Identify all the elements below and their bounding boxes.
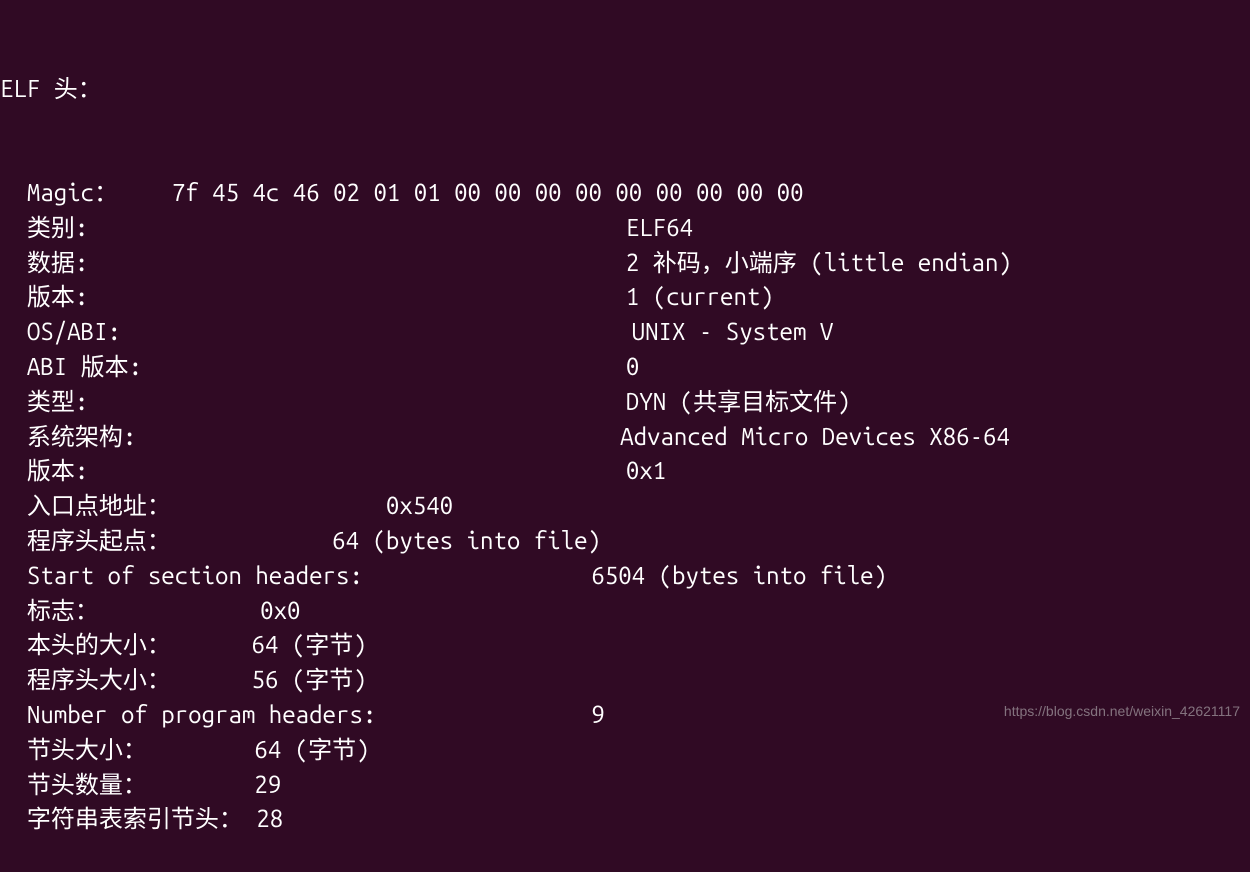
elf-header-row: Start of section headers: 6504 (bytes in…: [0, 559, 1250, 594]
elf-header-row: 字符串表索引节头： 28: [0, 802, 1250, 837]
elf-header-row: 系统架构: Advanced Micro Devices X86-64: [0, 420, 1250, 455]
terminal-output: ELF 头： Magic： 7f 45 4c 46 02 01 01 00 00…: [0, 2, 1250, 872]
elf-header-row: 类别: ELF64: [0, 211, 1250, 246]
elf-header-row: 版本: 1 (current): [0, 280, 1250, 315]
elf-header-row: 入口点地址： 0x540: [0, 489, 1250, 524]
elf-header-row: Magic： 7f 45 4c 46 02 01 01 00 00 00 00 …: [0, 176, 1250, 211]
elf-header-row: ABI 版本: 0: [0, 350, 1250, 385]
elf-header-row: 程序头起点： 64 (bytes into file): [0, 524, 1250, 559]
elf-header-row: 本头的大小： 64 (字节): [0, 628, 1250, 663]
elf-header-row: 标志： 0x0: [0, 594, 1250, 629]
elf-header-title: ELF 头：: [0, 72, 1250, 107]
watermark-text: https://blog.csdn.net/weixin_42621117: [1004, 701, 1240, 721]
elf-header-row: 数据: 2 补码，小端序 (little endian): [0, 246, 1250, 281]
elf-header-row: 版本: 0x1: [0, 454, 1250, 489]
elf-header-row: 程序头大小： 56 (字节): [0, 663, 1250, 698]
elf-header-rows: Magic： 7f 45 4c 46 02 01 01 00 00 00 00 …: [0, 176, 1250, 837]
elf-header-row: 类型: DYN (共享目标文件): [0, 385, 1250, 420]
elf-header-row: OS/ABI: UNIX - System V: [0, 315, 1250, 350]
elf-header-row: 节头大小： 64 (字节): [0, 733, 1250, 768]
elf-header-row: 节头数量： 29: [0, 768, 1250, 803]
